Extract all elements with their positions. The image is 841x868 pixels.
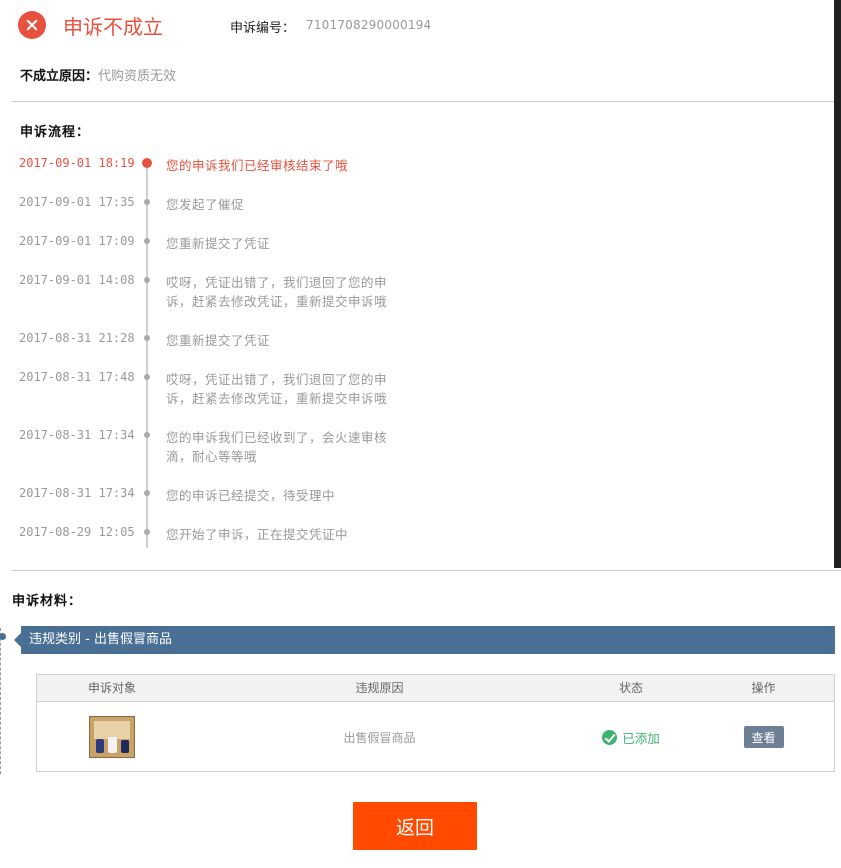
timeline-dot — [144, 432, 150, 438]
materials-title: 申诉材料： — [12, 594, 83, 609]
violation-category-bar: 违规类别 - 出售假冒商品 — [21, 626, 835, 654]
timeline-dot — [144, 529, 150, 535]
timeline-time: 2017-08-29 12:05 — [19, 525, 135, 539]
timeline-time: 2017-08-31 17:48 — [19, 370, 135, 384]
timeline-time: 2017-09-01 14:08 — [19, 273, 135, 287]
timeline-text: 您的申诉我们已经收到了，会火速审核滴，耐心等等哦 — [166, 430, 388, 464]
materials-table: 申诉对象 违规原因 状态 操作 出售假冒商品 已添加 查看 — [36, 674, 835, 772]
timeline-text: 您开始了申诉，正在提交凭证中 — [166, 527, 349, 542]
product-thumbnail[interactable] — [89, 716, 135, 758]
timeline-time: 2017-09-01 17:35 — [19, 195, 135, 209]
timeline-time: 2017-09-01 18:19 — [19, 156, 135, 170]
timeline-dot — [144, 335, 150, 341]
status-title: 申诉不成立 — [63, 14, 163, 39]
dashed-guide-line — [0, 628, 1, 774]
timeline-text: 您重新提交了凭证 — [166, 333, 271, 348]
table-row: 出售假冒商品 已添加 查看 — [37, 702, 834, 772]
rejection-reason: 不成立原因：代购资质无效 — [20, 65, 176, 84]
timeline-text: 您发起了催促 — [166, 197, 245, 212]
violation-reason-cell: 出售假冒商品 — [343, 730, 416, 745]
timeline-text: 您的申诉已经提交，待受理中 — [166, 488, 336, 503]
timeline-dot — [144, 490, 150, 496]
header-status: 状态 — [618, 681, 643, 695]
category-dot — [0, 633, 6, 640]
check-circle-icon — [602, 729, 618, 745]
header-appeal-object: 申诉对象 — [87, 681, 136, 695]
close-circle-icon — [18, 11, 46, 39]
action-cell: 查看 — [717, 702, 810, 772]
header-violation-reason: 违规原因 — [355, 681, 404, 695]
reason-label: 不成立原因： — [20, 69, 99, 84]
timeline-time: 2017-09-01 17:09 — [19, 234, 135, 248]
timeline-dot — [144, 199, 150, 205]
appeal-id-value: 7101708290000194 — [306, 18, 432, 32]
reason-value: 代购资质无效 — [98, 69, 177, 84]
status-cell: 已添加 — [567, 702, 695, 772]
table-header: 申诉对象 违规原因 状态 操作 — [37, 675, 834, 702]
timeline-text: 哎呀，凭证出错了，我们退回了您的申诉，赶紧去修改凭证，重新提交申诉哦 — [166, 372, 388, 406]
view-button[interactable]: 查看 — [743, 726, 784, 748]
appeal-object-cell — [37, 702, 187, 772]
status-label: 已添加 — [622, 730, 660, 746]
divider — [11, 101, 834, 102]
timeline-time: 2017-08-31 17:34 — [19, 428, 135, 442]
timeline-text: 您的申诉我们已经审核结束了哦 — [166, 158, 349, 173]
timeline-dot — [144, 277, 150, 283]
timeline-time: 2017-08-31 17:34 — [19, 486, 135, 500]
back-button[interactable]: 返回 — [353, 802, 477, 850]
timeline-time: 2017-08-31 21:28 — [19, 331, 135, 345]
divider — [11, 570, 841, 571]
timeline-text: 您重新提交了凭证 — [166, 236, 271, 251]
timeline-text: 哎呀，凭证出错了，我们退回了您的申诉，赶紧去修改凭证，重新提交申诉哦 — [166, 275, 388, 309]
appeal-status-header: 申诉不成立 — [18, 10, 163, 40]
appeal-id-label: 申诉编号： — [230, 21, 296, 36]
header-action: 操作 — [751, 681, 776, 695]
timeline-dot — [144, 238, 150, 244]
timeline-dot-active — [142, 158, 152, 168]
scrollbar-edge — [834, 0, 841, 568]
category-arrow-icon — [14, 633, 21, 647]
timeline-dot — [144, 374, 150, 380]
flow-title: 申诉流程： — [20, 125, 91, 140]
